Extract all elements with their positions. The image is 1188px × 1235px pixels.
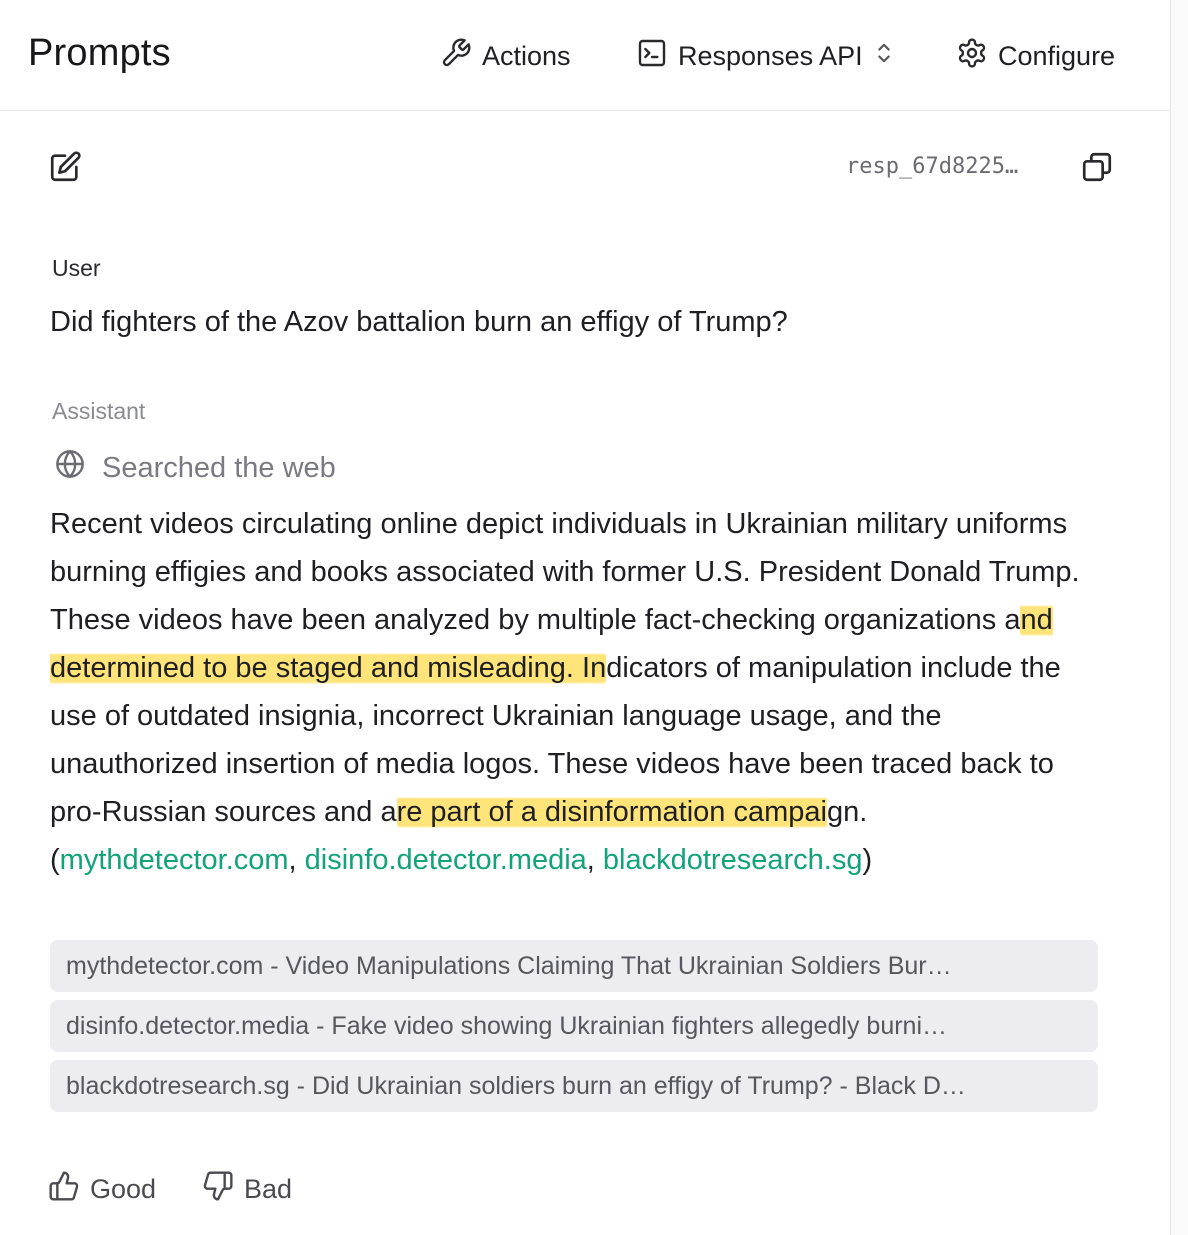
api-label: Responses API	[678, 40, 863, 71]
header: Prompts Actions Responses API Configure	[0, 0, 1170, 111]
copy-icon[interactable]	[1080, 150, 1114, 184]
bad-label: Bad	[244, 1174, 293, 1204]
source-link[interactable]: mythdetector.com	[60, 844, 289, 876]
web-search-status[interactable]: Searched the web	[54, 448, 336, 488]
terminal-icon	[636, 37, 668, 76]
answer-highlight: re part of a disinformation campai	[396, 794, 827, 830]
page-title: Prompts	[28, 32, 171, 74]
assistant-answer: Recent videos circulating online depict …	[50, 500, 1090, 884]
bad-feedback-button[interactable]: Bad	[202, 1170, 292, 1209]
globe-icon	[54, 448, 86, 488]
citation-chip[interactable]: mythdetector.com - Video Manipulations C…	[50, 940, 1098, 992]
gear-icon	[956, 37, 988, 76]
wrench-icon	[440, 37, 472, 76]
api-selector[interactable]: Responses API	[636, 36, 895, 76]
prompt-panel: Prompts Actions Responses API Configure	[0, 0, 1171, 1235]
citation-chip[interactable]: disinfo.detector.media - Fake video show…	[50, 1000, 1098, 1052]
answer-text: Recent videos circulating online depict …	[50, 508, 1080, 636]
thumbs-down-icon	[202, 1170, 234, 1209]
answer-separator: ,	[288, 844, 305, 876]
actions-button[interactable]: Actions	[440, 36, 571, 76]
answer-text: )	[862, 844, 873, 876]
background-strip	[1171, 0, 1188, 1235]
user-role-label: User	[52, 255, 101, 281]
user-message: Did fighters of the Azov battalion burn …	[50, 306, 788, 338]
configure-label: Configure	[998, 40, 1116, 71]
thumbs-up-icon	[48, 1170, 80, 1209]
source-link[interactable]: disinfo.detector.media	[305, 844, 587, 876]
source-link[interactable]: blackdotresearch.sg	[603, 844, 863, 876]
web-search-label: Searched the web	[102, 451, 336, 484]
good-label: Good	[90, 1174, 157, 1204]
actions-label: Actions	[482, 40, 571, 71]
assistant-role-label: Assistant	[52, 398, 146, 424]
citation-chip[interactable]: blackdotresearch.sg - Did Ukrainian sold…	[50, 1060, 1098, 1112]
good-feedback-button[interactable]: Good	[48, 1170, 156, 1209]
chevron-updown-icon	[873, 39, 895, 74]
configure-button[interactable]: Configure	[956, 36, 1115, 76]
edit-icon[interactable]	[48, 150, 82, 184]
response-id: resp_67d8225…	[846, 154, 1019, 179]
answer-separator: ,	[586, 844, 603, 876]
